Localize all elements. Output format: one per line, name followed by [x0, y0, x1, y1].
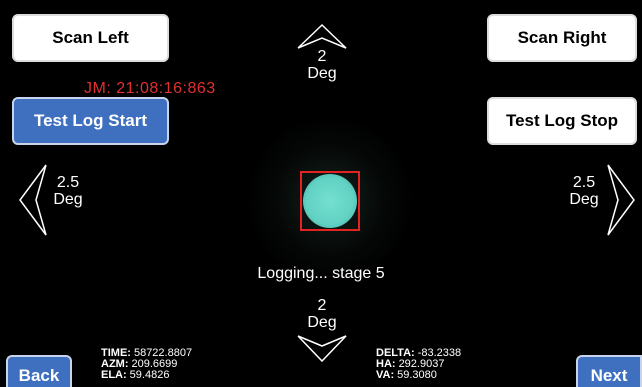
target-dot [303, 174, 357, 228]
readout-row: VA: 59.3080 [376, 370, 461, 381]
back-button[interactable]: Back [6, 355, 72, 387]
readout-right: DELTA: -83.2338 HA: 292.9037 VA: 59.3080 [376, 348, 461, 381]
readout-row: ELA: 59.4826 [101, 370, 192, 381]
chevron-down-icon[interactable] [296, 334, 348, 364]
right-step-unit: Deg [569, 191, 599, 208]
chevron-left-icon[interactable] [18, 163, 48, 237]
right-step-label: 2.5 Deg [562, 174, 606, 208]
test-log-start-button[interactable]: Test Log Start [12, 97, 169, 145]
left-step-unit: Deg [53, 191, 83, 208]
up-step-unit: Deg [307, 65, 337, 82]
left-step-value: 2.5 [56, 174, 80, 191]
next-button[interactable]: Next [576, 355, 642, 387]
left-step-label: 2.5 Deg [46, 174, 90, 208]
readout-key: VA: [376, 369, 395, 381]
chevron-right-icon[interactable] [606, 163, 636, 237]
readout-left: TIME: 58722.8807 AZM: 209.6699 ELA: 59.4826 [101, 348, 192, 381]
scan-right-button[interactable]: Scan Right [487, 14, 637, 62]
readout-value: 59.3080 [397, 369, 437, 381]
down-step-unit: Deg [307, 314, 337, 331]
right-step-value: 2.5 [572, 174, 596, 191]
test-log-stop-button[interactable]: Test Log Stop [487, 97, 637, 145]
chevron-up-icon[interactable] [296, 22, 348, 50]
readout-value: 59.4826 [129, 369, 170, 381]
up-step-label: 2 Deg [296, 48, 348, 82]
down-step-value: 2 [317, 297, 327, 314]
up-step-value: 2 [317, 48, 327, 65]
readout-key: ELA: [101, 369, 127, 381]
scan-left-button[interactable]: Scan Left [12, 14, 169, 62]
status-text: Logging... stage 5 [257, 265, 385, 282]
timestamp: JM: 21:08:16:863 [84, 80, 216, 97]
target-box [300, 171, 360, 231]
down-step-label: 2 Deg [296, 297, 348, 331]
